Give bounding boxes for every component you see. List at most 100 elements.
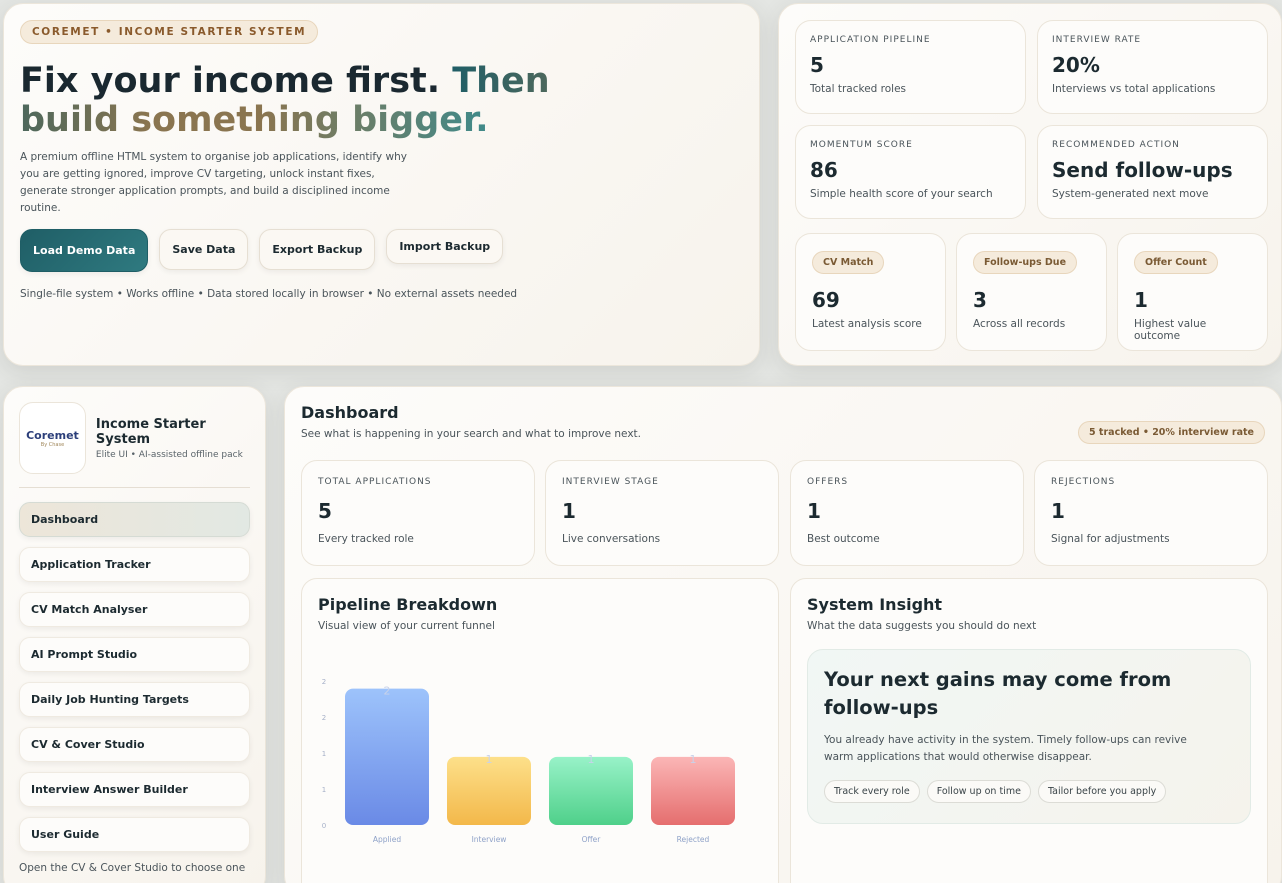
category-label: Offer	[582, 835, 602, 844]
insight-tags: Track every role Follow up on time Tailo…	[824, 780, 1234, 803]
stat-value: 3	[973, 288, 987, 312]
sidebar-item-user-guide[interactable]: User Guide	[19, 817, 250, 852]
stat-sub: System-generated next move	[1052, 188, 1209, 200]
bar-offer	[549, 756, 633, 825]
card-label: INTERVIEW STAGE	[562, 477, 659, 487]
brand-subtitle: Elite UI • AI-assisted offline pack	[95, 449, 243, 460]
card-label: TOTAL APPLICATIONS	[318, 477, 432, 487]
card-sub: Live conversations	[562, 533, 661, 545]
sidebar-item-daily-targets[interactable]: Daily Job Hunting Targets	[19, 682, 250, 717]
load-demo-button[interactable]: Load Demo Data	[20, 229, 149, 272]
category-label: Rejected	[677, 835, 710, 844]
card-rejections: REJECTIONS 1 Signal for adjustments	[1034, 460, 1268, 566]
stat-sub: Total tracked roles	[810, 83, 907, 95]
stat-application-pipeline: APPLICATION PIPELINE 5 Total tracked rol…	[795, 20, 1026, 114]
stat-value: 20%	[1052, 53, 1100, 77]
logo-subtext: By Chase	[40, 441, 65, 448]
tag-tailor-before-apply: Tailor before you apply	[1037, 780, 1167, 803]
sidebar-item-application-tracker[interactable]: Application Tracker	[19, 547, 250, 582]
card-sub: Signal for adjustments	[1051, 533, 1170, 545]
insight-card: Your next gains may come from follow-ups…	[807, 649, 1251, 824]
card-value: 1	[562, 499, 576, 523]
y-tick-label: 0	[322, 822, 326, 830]
panel-title: System Insight	[807, 595, 943, 614]
card-value: 1	[807, 499, 821, 523]
bar-value-label: 1	[690, 753, 697, 766]
insight-headline: Your next gains may come from follow-ups	[824, 668, 1172, 719]
sidebar-footer-note: Open the CV & Cover Studio to choose one	[19, 862, 246, 874]
status-badge: 5 tracked • 20% interview rate	[1078, 421, 1265, 444]
hero-actions: Load Demo Data Save Data Export Backup I…	[20, 229, 743, 272]
stat-label: MOMENTUM SCORE	[810, 140, 913, 150]
stat-value: 5	[810, 53, 824, 77]
stat-sub: Simple health score of your search	[810, 188, 993, 200]
bar-interview	[447, 756, 531, 825]
hero-panel: COREMET • INCOME STARTER SYSTEM Fix your…	[3, 3, 760, 366]
stat-sub: Latest analysis score	[812, 318, 922, 330]
summary-stats-panel: APPLICATION PIPELINE 5 Total tracked rol…	[778, 3, 1282, 366]
sidebar-item-cv-cover-studio[interactable]: CV & Cover Studio	[19, 727, 250, 762]
hero-title: Fix your income first. Then build someth…	[20, 62, 620, 140]
stat-recommended-action: RECOMMENDED ACTION Send follow-ups Syste…	[1037, 125, 1268, 219]
brand-text: Income Starter System Elite UI • AI-assi…	[96, 417, 250, 460]
card-interview-stage: INTERVIEW STAGE 1 Live conversations	[545, 460, 779, 566]
pipeline-chart: 0 1 1 2 2 2 Applied 1 Interview 1 Offer 1 Rejected	[322, 678, 735, 844]
stat-sub: Interviews vs total applications	[1052, 83, 1216, 95]
insight-body: You already have activity in the system.…	[824, 734, 1187, 763]
card-offers: OFFERS 1 Best outcome	[790, 460, 1024, 566]
save-data-button[interactable]: Save Data	[159, 229, 249, 270]
y-tick-label: 1	[322, 786, 326, 794]
dashboard-main: Dashboard See what is happening in your …	[284, 386, 1282, 883]
stat-value: Send follow-ups	[1052, 158, 1233, 182]
sidebar-divider	[19, 487, 250, 488]
bar-value-label: 1	[486, 753, 493, 766]
brand-name: Income Starter System	[95, 416, 206, 447]
sidebar-item-cv-match-analyser[interactable]: CV Match Analyser	[19, 592, 250, 627]
stat-label: RECOMMENDED ACTION	[1052, 140, 1180, 150]
stat-chip: CV Match	[812, 251, 885, 274]
stat-value: 69	[812, 288, 840, 312]
sidebar-item-interview-builder[interactable]: Interview Answer Builder	[19, 772, 250, 807]
stat-label: APPLICATION PIPELINE	[810, 35, 931, 45]
page-title: Dashboard	[301, 403, 399, 422]
hero-footer-note: Single-file system • Works offline • Dat…	[20, 288, 518, 300]
stat-chip: Follow-ups Due	[973, 251, 1078, 274]
card-label: OFFERS	[807, 477, 849, 487]
export-backup-button[interactable]: Export Backup	[259, 229, 376, 270]
sidebar: Coremet By Chase Income Starter System E…	[3, 386, 266, 883]
stat-label: INTERVIEW RATE	[1052, 35, 1142, 45]
import-backup-button[interactable]: Import Backup	[386, 229, 504, 264]
card-value: 5	[318, 499, 332, 523]
hero-tag: COREMET • INCOME STARTER SYSTEM	[20, 20, 319, 44]
stat-value: 86	[810, 158, 838, 182]
card-value: 1	[1051, 499, 1065, 523]
stat-offer-count: Offer Count 1 Highest value outcome	[1117, 233, 1268, 351]
panel-subtitle: Visual view of your current funnel	[318, 620, 495, 632]
system-insight-panel: System Insight What the data suggests yo…	[790, 578, 1268, 883]
stat-value: 1	[1134, 288, 1148, 312]
bar-rejected	[651, 756, 735, 825]
tag-follow-up-on-time: Follow up on time	[926, 780, 1031, 803]
panel-title: Pipeline Breakdown	[318, 595, 498, 614]
category-label: Applied	[373, 835, 401, 844]
stat-sub: Highest value outcome	[1134, 318, 1207, 342]
tag-track-every-role: Track every role	[824, 780, 920, 803]
stat-momentum-score: MOMENTUM SCORE 86 Simple health score of…	[795, 125, 1026, 219]
hero-title-plain: Fix your income first.	[20, 61, 441, 101]
pipeline-breakdown-panel: Pipeline Breakdown Visual view of your c…	[301, 578, 779, 883]
brand-row: Coremet By Chase Income Starter System E…	[19, 402, 250, 474]
card-label: REJECTIONS	[1051, 477, 1116, 487]
stat-cv-match: CV Match 69 Latest analysis score	[795, 233, 946, 351]
y-tick-label: 2	[322, 714, 326, 722]
logo-text: Coremet	[26, 428, 79, 442]
stat-interview-rate: INTERVIEW RATE 20% Interviews vs total a…	[1037, 20, 1268, 114]
sidebar-item-ai-prompt-studio[interactable]: AI Prompt Studio	[19, 637, 250, 672]
category-label: Interview	[472, 835, 507, 844]
stat-sub: Across all records	[973, 318, 1066, 330]
stat-followups-due: Follow-ups Due 3 Across all records	[956, 233, 1107, 351]
y-tick-label: 2	[322, 678, 326, 686]
hero-description: A premium offline HTML system to organis…	[20, 151, 407, 214]
bar-value-label: 2	[384, 685, 391, 698]
sidebar-item-dashboard[interactable]: Dashboard	[19, 502, 250, 537]
card-sub: Best outcome	[807, 533, 880, 545]
